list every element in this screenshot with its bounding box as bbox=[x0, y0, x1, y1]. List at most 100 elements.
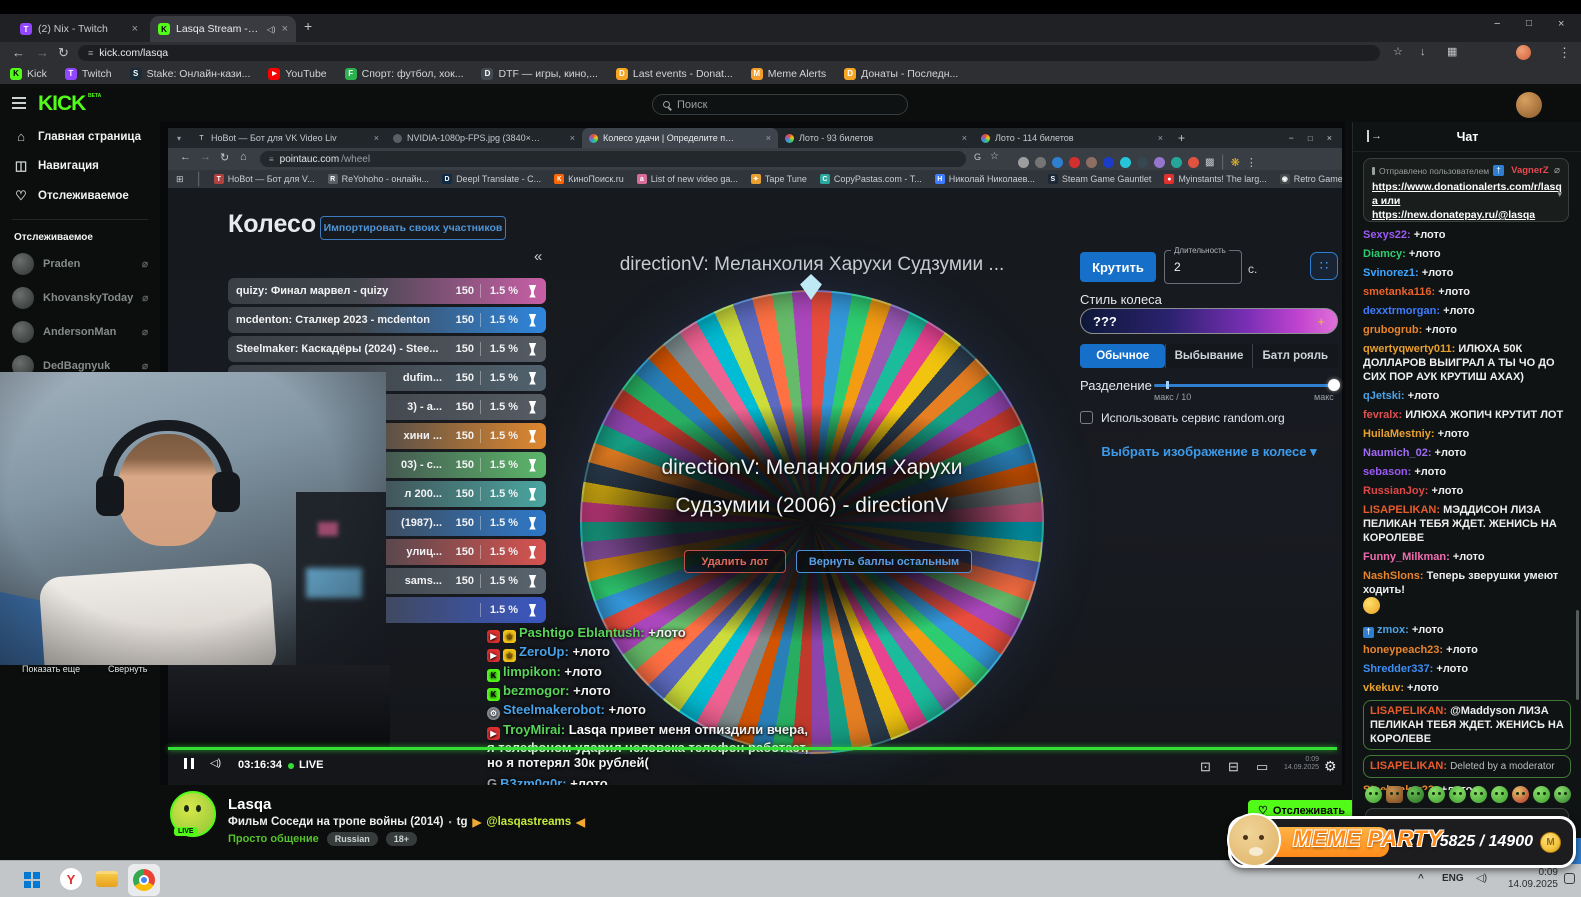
chat-emote-icon[interactable] bbox=[1407, 786, 1424, 803]
bookmark-sport[interactable]: FСпорт: футбол, хок... bbox=[345, 68, 464, 80]
browser-tab-kick[interactable]: K Lasqa Stream - Watch Live ◁) × bbox=[150, 16, 296, 42]
chat-username[interactable]: NashSlons bbox=[1363, 570, 1427, 582]
yandex-browser-icon[interactable]: Y bbox=[58, 866, 84, 892]
chat-emote-icon[interactable] bbox=[1449, 786, 1466, 803]
chat-username[interactable]: Sexys22 bbox=[1363, 229, 1414, 241]
search-input[interactable]: Поиск bbox=[652, 94, 908, 115]
bookmark-dtf[interactable]: DDTF — игры, кино,... bbox=[481, 68, 597, 80]
tune-icon[interactable]: ≡ bbox=[88, 48, 93, 58]
player-progress-bar[interactable] bbox=[168, 747, 1337, 750]
chat-username[interactable]: HuilaMestniy bbox=[1363, 428, 1438, 440]
show-more-button[interactable]: Показать еще bbox=[22, 664, 80, 674]
chat-username[interactable]: Svinorez1 bbox=[1363, 267, 1422, 279]
category-link[interactable]: Просто общение bbox=[228, 833, 319, 845]
chat-username[interactable]: LISAPELIKAN bbox=[1363, 504, 1443, 516]
menu-kebab-icon[interactable]: ⋮ bbox=[1558, 42, 1571, 63]
sidebar-item-home[interactable]: ⌂Главная страница bbox=[0, 122, 160, 151]
window-close-button[interactable]: × bbox=[1558, 18, 1564, 30]
chat-username[interactable]: Naumich_02 bbox=[1363, 447, 1435, 459]
tab-elimination[interactable]: Выбывание bbox=[1165, 344, 1251, 368]
delete-lot-button[interactable]: Удалить лот bbox=[684, 550, 786, 573]
telegram-handle[interactable]: @lasqastreams bbox=[486, 816, 571, 828]
pinned-link[interactable]: https://www.donationalerts.com/r/lasqа и… bbox=[1372, 180, 1560, 222]
chat-username[interactable]: zmox bbox=[1377, 624, 1412, 636]
chrome-taskbar-active[interactable] bbox=[128, 864, 160, 896]
lot-row[interactable]: mcdenton: Сталкер 2023 - mcdenton1501.5 … bbox=[228, 307, 546, 333]
file-explorer-icon[interactable] bbox=[94, 866, 120, 892]
chat-emote-icon[interactable] bbox=[1512, 786, 1529, 803]
chat-username[interactable]: Diamcy bbox=[1363, 248, 1409, 260]
chat-username[interactable]: grubogrub bbox=[1363, 324, 1425, 336]
slider-thumb[interactable] bbox=[1328, 379, 1340, 391]
volume-icon[interactable]: ◁) bbox=[210, 758, 221, 769]
chat-username[interactable]: LISAPELIKAN bbox=[1370, 705, 1450, 717]
return-points-button[interactable]: Вернуть баллы остальным bbox=[796, 550, 972, 573]
chat-username[interactable]: fevralx bbox=[1363, 409, 1405, 421]
bookmark-twitch[interactable]: TTwitch bbox=[65, 68, 112, 80]
theater-mode-icon[interactable]: ▭ bbox=[1256, 759, 1268, 775]
chat-scrollbar[interactable] bbox=[1576, 610, 1579, 700]
webcam-overlay[interactable] bbox=[0, 372, 386, 665]
settings-gear-icon[interactable]: ⚙ bbox=[1324, 758, 1337, 775]
tab-normal[interactable]: Обычное bbox=[1080, 344, 1165, 368]
chat-messages[interactable]: Sexys22+лото Diamcy+лото Svinorez1+лото … bbox=[1363, 228, 1571, 790]
sidebar-panel-icon[interactable]: ▦ bbox=[1447, 42, 1457, 63]
language-indicator[interactable]: ENG bbox=[1442, 873, 1464, 884]
miniplayer-icon[interactable]: ⊟ bbox=[1228, 759, 1239, 775]
forward-icon[interactable]: → bbox=[36, 42, 49, 63]
window-minimize-button[interactable]: − bbox=[1494, 18, 1500, 30]
channel-name[interactable]: Lasqa bbox=[228, 796, 271, 813]
chat-emote-icon[interactable] bbox=[1470, 786, 1487, 803]
chat-username[interactable]: LISAPELIKAN bbox=[1370, 760, 1450, 772]
dice-randomize-button[interactable]: ∷ bbox=[1310, 252, 1338, 280]
chevron-down-icon[interactable]: ▾ bbox=[1557, 189, 1562, 200]
bookmark-youtube[interactable]: ▶YouTube bbox=[268, 68, 326, 80]
chat-emote-icon[interactable] bbox=[1428, 786, 1445, 803]
chat-emote-icon[interactable] bbox=[1386, 786, 1403, 803]
sidebar-channel-khovansky[interactable]: KhovanskyToday⌀ bbox=[0, 281, 160, 315]
sidebar-channel-andersonman[interactable]: AndersonMan⌀ bbox=[0, 315, 160, 349]
chat-username[interactable]: RussianJoy bbox=[1363, 485, 1431, 497]
address-bar[interactable]: ≡ kick.com/lasqa bbox=[78, 45, 1380, 61]
chat-emote-icon[interactable] bbox=[1365, 786, 1382, 803]
play-pause-button[interactable] bbox=[184, 758, 194, 769]
taskbar-clock[interactable]: 0:0914.09.2025 bbox=[1500, 867, 1558, 891]
chat-emote-icon[interactable] bbox=[1533, 786, 1550, 803]
chat-username[interactable]: dexxtrmorgan bbox=[1363, 305, 1443, 317]
window-maximize-button[interactable]: □ bbox=[1526, 18, 1532, 29]
notification-center-icon[interactable] bbox=[1564, 873, 1575, 884]
volume-tray-icon[interactable]: ◁) bbox=[1476, 873, 1487, 884]
random-org-checkbox[interactable] bbox=[1080, 411, 1093, 424]
sidebar-item-navigation[interactable]: ◫Навигация bbox=[0, 151, 160, 181]
chat-username[interactable]: honeypeach23 bbox=[1363, 644, 1446, 656]
lot-row[interactable]: quizy: Финал марвел - quizy1501.5 % bbox=[228, 278, 546, 304]
chat-username[interactable]: qJetski bbox=[1363, 390, 1408, 402]
duration-field[interactable]: Длительность 2 bbox=[1164, 250, 1242, 284]
import-participants-button[interactable]: Импортировать своих участников bbox=[320, 216, 506, 240]
bookmark-stake[interactable]: SStake: Онлайн-кази... bbox=[130, 68, 251, 80]
pip-icon[interactable]: ⊡ bbox=[1200, 759, 1211, 775]
back-icon[interactable]: ← bbox=[12, 42, 25, 63]
choose-wheel-image-link[interactable]: Выбрать изображение в колесе ▾ bbox=[1080, 444, 1338, 460]
new-tab-button[interactable]: + bbox=[304, 18, 312, 34]
bookmark-donaty[interactable]: DДонаты - Последн... bbox=[844, 68, 958, 80]
browser-tab-twitch[interactable]: T (2) Nix - Twitch × bbox=[12, 16, 146, 42]
add-style-icon[interactable]: + bbox=[1317, 314, 1325, 329]
lot-row[interactable]: Steelmaker: Каскадёры (2024) - Stee...15… bbox=[228, 336, 546, 362]
chat-username[interactable]: qwertyqwerty011 bbox=[1363, 343, 1458, 355]
bookmark-kick[interactable]: KKick bbox=[10, 68, 47, 80]
chat-username[interactable]: smetanka116 bbox=[1363, 286, 1438, 298]
spin-button[interactable]: Крутить bbox=[1080, 252, 1156, 282]
sidebar-channel-praden[interactable]: Praden⌀ bbox=[0, 247, 160, 281]
reload-icon[interactable]: ↻ bbox=[58, 42, 69, 63]
profile-avatar[interactable] bbox=[1516, 45, 1531, 60]
bookmark-meme-alerts[interactable]: MMeme Alerts bbox=[751, 68, 826, 80]
chat-emote-icon[interactable] bbox=[1554, 786, 1571, 803]
chat-emote-icon[interactable] bbox=[1491, 786, 1508, 803]
collapse-button[interactable]: Свернуть bbox=[108, 664, 147, 674]
download-icon[interactable]: ↓ bbox=[1420, 42, 1426, 63]
chat-username[interactable]: Funny_Milkman bbox=[1363, 551, 1453, 563]
bookmark-star-icon[interactable]: ☆ bbox=[1393, 42, 1403, 63]
chat-username[interactable]: Shredder337 bbox=[1363, 663, 1436, 675]
close-tab-icon[interactable]: × bbox=[282, 23, 288, 35]
